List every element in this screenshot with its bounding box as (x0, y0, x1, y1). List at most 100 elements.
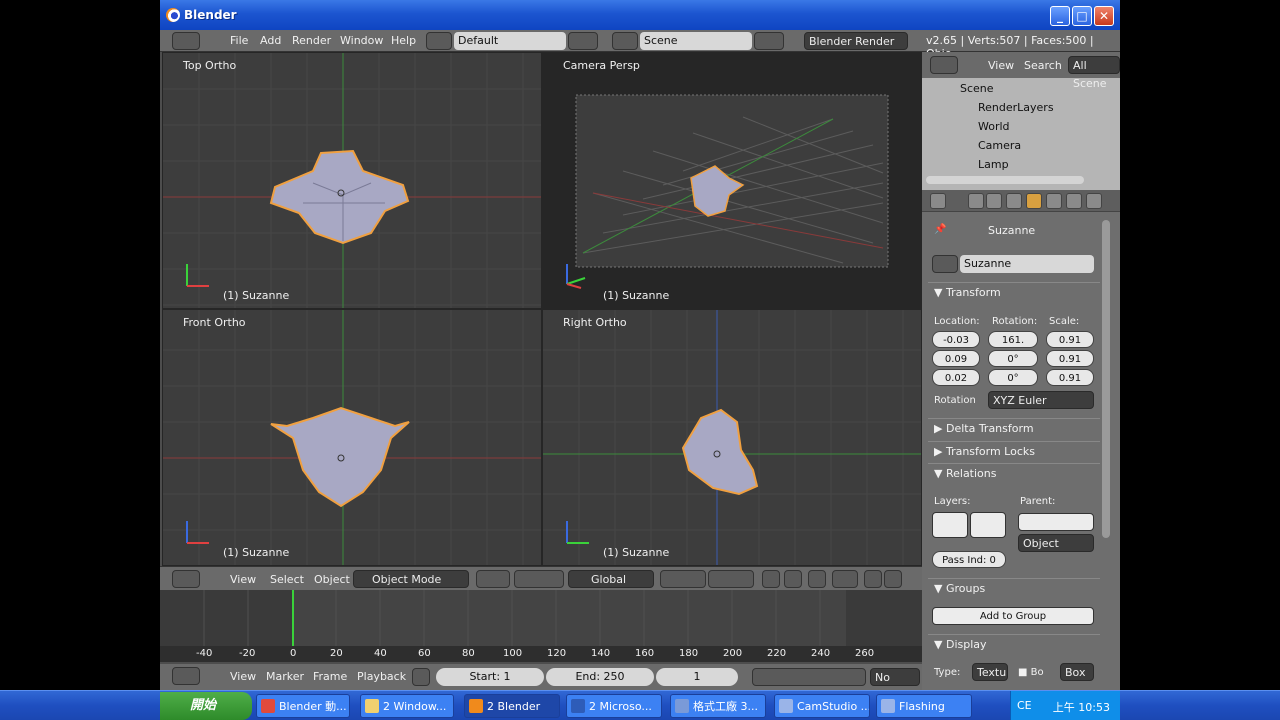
task-windows[interactable]: 2 Window... (360, 694, 454, 718)
viewport-shading-icon[interactable] (476, 570, 510, 588)
object-name-field[interactable]: Suzanne (960, 255, 1094, 273)
outliner-item-lamp[interactable]: Lamp (922, 155, 1100, 174)
rotation-y-field[interactable]: 0° (988, 350, 1038, 367)
scale-y-field[interactable]: 0.91 (1046, 350, 1094, 367)
panel-relations[interactable]: ▼ Relations (928, 463, 1100, 483)
start-frame-field[interactable]: Start: 1 (436, 668, 544, 686)
panel-display[interactable]: ▼ Display (928, 634, 1100, 654)
outliner-item-scene[interactable]: Scene (922, 79, 1100, 98)
scale-x-field[interactable]: 0.91 (1046, 331, 1094, 348)
location-x-field[interactable]: -0.03 (932, 331, 980, 348)
render-tab-icon[interactable] (968, 193, 984, 209)
outliner-scrollbar[interactable] (926, 176, 1084, 184)
viewport-front-ortho[interactable]: Front Ortho (1) Suzanne (162, 309, 542, 566)
task-camstudio[interactable]: CamStudio ... (774, 694, 870, 718)
object-browse-icon[interactable] (932, 255, 958, 273)
add-to-group-button[interactable]: Add to Group (932, 607, 1094, 625)
menu-help[interactable]: Help (391, 34, 416, 47)
task-chrome[interactable]: Blender 動... (256, 694, 350, 718)
sync-mode-select[interactable]: No Sync (870, 668, 920, 690)
mode-select[interactable]: Object Mode (353, 570, 469, 588)
language-indicator[interactable]: CE (1017, 699, 1032, 712)
object-tab-icon[interactable] (1026, 193, 1042, 209)
render-animation-icon[interactable] (884, 570, 902, 588)
scene-tab-icon[interactable] (986, 193, 1002, 209)
editor-type-button[interactable] (930, 56, 958, 74)
start-button[interactable]: 開始 (160, 692, 252, 720)
layout-add-remove-icon[interactable] (568, 32, 598, 50)
parent-field[interactable] (1018, 513, 1094, 531)
screen-layout-field[interactable]: Default (454, 32, 566, 50)
render-engine-select[interactable]: Blender Render (804, 32, 908, 50)
layer-grid-icon[interactable] (660, 570, 706, 588)
timeline[interactable]: -40 -20 0 20 40 60 80 100 120 140 160 18… (160, 590, 922, 662)
task-format-factory[interactable]: 格式工廠 3... (670, 694, 766, 718)
task-flashing[interactable]: Flashing (876, 694, 972, 718)
menu-render[interactable]: Render (292, 34, 331, 47)
menu-marker[interactable]: Marker (266, 670, 304, 683)
snap-icon[interactable] (808, 570, 826, 588)
menu-search[interactable]: Search (1024, 59, 1062, 72)
modifiers-tab-icon[interactable] (1066, 193, 1082, 209)
pass-index-field[interactable]: Pass Ind: 0 (932, 551, 1006, 568)
editor-type-button[interactable] (172, 32, 200, 50)
rotation-mode-select[interactable]: XYZ Euler (988, 391, 1094, 409)
maximize-button[interactable]: □ (1072, 6, 1092, 26)
panel-transform-locks[interactable]: ▶ Transform Locks (928, 441, 1100, 461)
menu-select[interactable]: Select (270, 573, 304, 586)
clock[interactable]: 上午 10:53 (1053, 699, 1110, 715)
menu-window[interactable]: Window (340, 34, 383, 47)
task-microsoft[interactable]: 2 Microso... (566, 694, 662, 718)
panel-groups[interactable]: ▼ Groups (928, 578, 1100, 598)
viewport-right-ortho[interactable]: Right Ortho (1) Suzanne (542, 309, 922, 566)
menu-object[interactable]: Object (314, 573, 350, 586)
panel-transform[interactable]: ▼ Transform (928, 282, 1100, 302)
outliner-item-camera[interactable]: Camera (922, 136, 1100, 155)
location-z-field[interactable]: 0.02 (932, 369, 980, 386)
viewport-camera-persp[interactable]: Camera Persp (1) Suzanne (542, 52, 922, 309)
current-frame-field[interactable]: 1 (656, 668, 738, 686)
lock-camera-icon[interactable] (762, 570, 780, 588)
editor-type-button[interactable] (172, 667, 200, 685)
rotation-z-field[interactable]: 0° (988, 369, 1038, 386)
location-y-field[interactable]: 0.09 (932, 350, 980, 367)
scene-icon[interactable] (612, 32, 638, 50)
constraints-tab-icon[interactable] (1046, 193, 1062, 209)
menu-view[interactable]: View (230, 670, 256, 683)
editor-type-button[interactable] (930, 193, 946, 209)
pin-icon[interactable]: 📌 (934, 224, 946, 235)
editor-type-button[interactable] (172, 570, 200, 588)
playback-controls[interactable] (752, 668, 866, 686)
scale-z-field[interactable]: 0.91 (1046, 369, 1094, 386)
layer-grid-icon[interactable] (708, 570, 754, 588)
task-blender[interactable]: 2 Blender (464, 694, 560, 718)
record-icon[interactable] (412, 668, 430, 686)
display-mode-select[interactable]: All Scene (1068, 56, 1120, 90)
panel-delta-transform[interactable]: ▶ Delta Transform (928, 418, 1100, 438)
screen-layout-icon[interactable] (426, 32, 452, 50)
scene-field[interactable]: Scene (640, 32, 752, 50)
display-type-select[interactable]: Textu (972, 663, 1008, 681)
outliner-item-world[interactable]: World (922, 117, 1100, 136)
layers-grid[interactable] (932, 512, 968, 538)
viewport-top-ortho[interactable]: Top Ortho (1) Suzanne (162, 52, 542, 309)
outliner-item-renderlayers[interactable]: RenderLayers (922, 98, 1100, 117)
rotation-x-field[interactable]: 161. (988, 331, 1038, 348)
pivot-point-icon[interactable] (514, 570, 564, 588)
properties-scrollbar[interactable] (1102, 220, 1110, 538)
data-tab-icon[interactable] (1086, 193, 1102, 209)
layers-grid[interactable] (970, 512, 1006, 538)
menu-file[interactable]: File (230, 34, 248, 47)
menu-view[interactable]: View (230, 573, 256, 586)
bounds-type-select[interactable]: Box (1060, 663, 1094, 681)
end-frame-field[interactable]: End: 250 (546, 668, 654, 686)
minimize-button[interactable]: _ (1050, 6, 1070, 26)
world-tab-icon[interactable] (1006, 193, 1022, 209)
parent-type-select[interactable]: Object (1018, 534, 1094, 552)
bounds-checkbox[interactable]: ■ Bo (1018, 667, 1044, 678)
render-icon[interactable] (864, 570, 882, 588)
snap-element-icon[interactable] (832, 570, 858, 588)
menu-add[interactable]: Add (260, 34, 281, 47)
scene-add-remove-icon[interactable] (754, 32, 784, 50)
menu-frame[interactable]: Frame (313, 670, 347, 683)
